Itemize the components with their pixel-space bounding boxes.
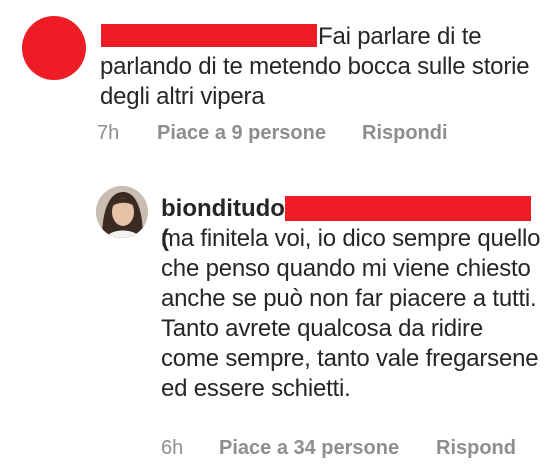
- avatar-redacted[interactable]: [22, 16, 86, 80]
- avatar[interactable]: [96, 186, 148, 238]
- comment-1-reply-button[interactable]: Rispondi: [362, 121, 448, 145]
- avatar-photo-icon: [96, 186, 148, 238]
- comment-2-likes-button[interactable]: Piace a 34 persone: [219, 436, 399, 460]
- comment-1-text-lead: Fai parlare di te: [318, 23, 482, 50]
- redaction-bar-username-1: [101, 24, 317, 47]
- comment-1-text-rest: parlando di te metendo bocca sulle stori…: [100, 53, 530, 110]
- comment-1-meta: 7h Piace a 9 persone Rispondi: [0, 121, 560, 145]
- comment-1-likes-button[interactable]: Piace a 9 persone: [157, 121, 326, 145]
- comment-2-reply-button[interactable]: Rispond: [436, 436, 516, 460]
- comment-2-username[interactable]: bionditudo: [161, 195, 285, 222]
- comment-1-timestamp: 7h: [97, 122, 120, 144]
- comment-2-meta: 6h Piace a 34 persone Rispond: [0, 436, 560, 460]
- comment-2-timestamp: 6h: [161, 437, 184, 459]
- comment-2-text: ma finitela voi, io dico sempre quello c…: [161, 225, 541, 402]
- redaction-bar-username-2: [285, 196, 531, 221]
